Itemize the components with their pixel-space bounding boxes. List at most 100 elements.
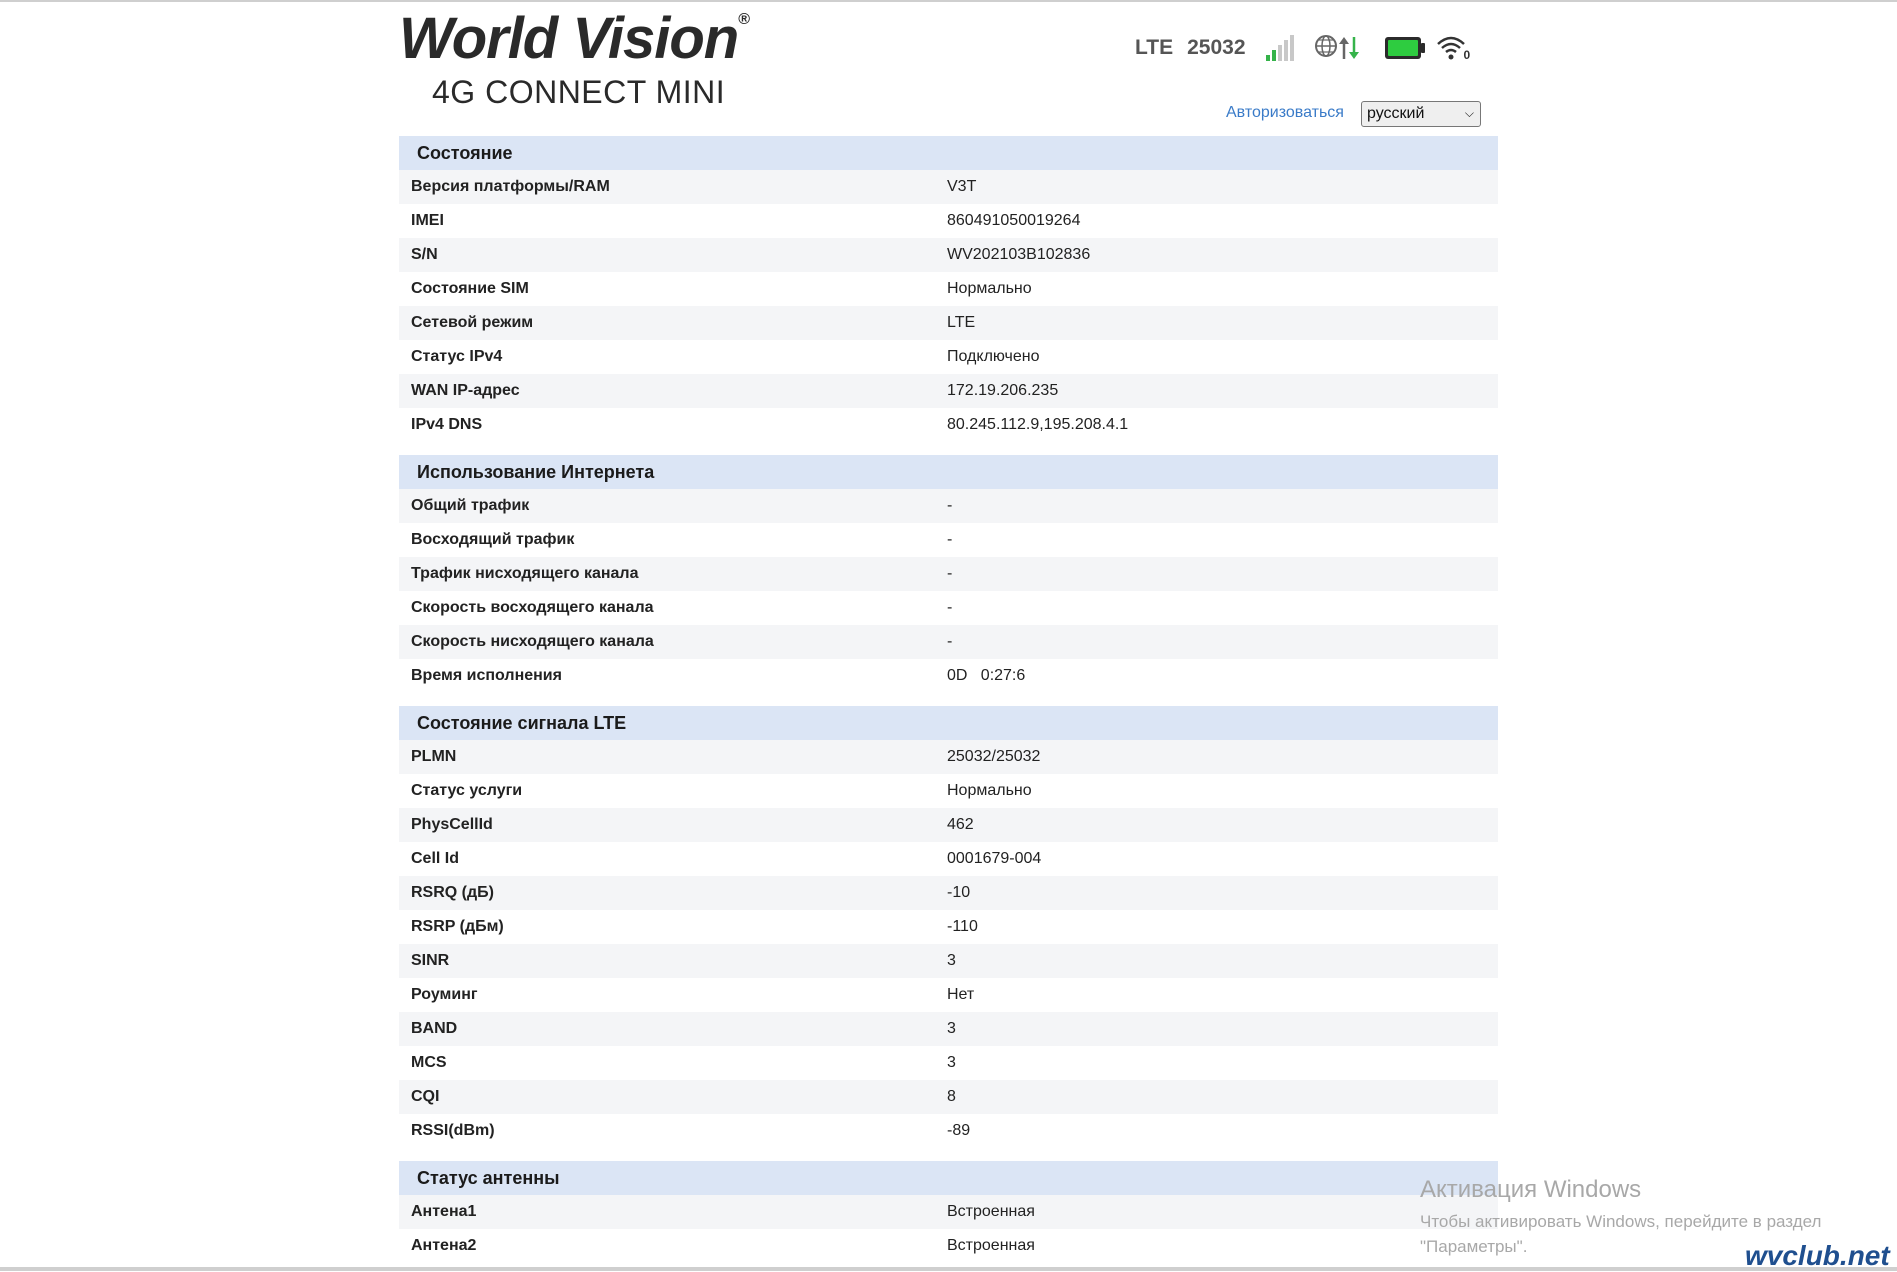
row-label: RSRQ (дБ) xyxy=(411,884,494,901)
row-label: Трафик нисходящего канала xyxy=(411,565,639,582)
row-label: Время исполнения xyxy=(411,667,562,684)
table-row: BAND 3 xyxy=(399,1012,1498,1046)
row-value: Нормально xyxy=(947,782,1032,799)
row-value: - xyxy=(947,565,953,582)
bottom-border xyxy=(0,1267,1897,1271)
row-label: Cell Id xyxy=(411,850,460,867)
windows-activation-title: Активация Windows xyxy=(1420,1176,1642,1203)
table-row: CQI 8 xyxy=(399,1080,1498,1114)
row-value: WV202103B102836 xyxy=(947,246,1091,263)
table-row: PhysCellId 462 xyxy=(399,808,1498,842)
row-label: Восходящий трафик xyxy=(411,531,575,548)
row-value: 860491050019264 xyxy=(947,212,1081,229)
table-row: Антена1 Встроенная xyxy=(399,1195,1498,1229)
section-header-internet: Использование Интернета xyxy=(399,455,1498,489)
row-label: Статус услуги xyxy=(411,782,523,799)
top-border xyxy=(0,0,1897,2)
battery-icon xyxy=(1384,34,1426,62)
row-label: S/N xyxy=(411,246,438,263)
table-row: Статус IPv4 Подключено xyxy=(399,340,1498,374)
row-value: - xyxy=(947,497,953,514)
table-row: Время исполнения 0D 0:27:6 xyxy=(399,659,1498,693)
row-value: - xyxy=(947,531,953,548)
row-label: Антена1 xyxy=(411,1203,477,1220)
row-value: LTE xyxy=(947,314,976,331)
language-select[interactable]: русский ⌵ xyxy=(1361,101,1481,127)
row-value: 80.245.112.9,195.208.4.1 xyxy=(947,416,1129,433)
table-row: WAN IP-адрес 172.19.206.235 xyxy=(399,374,1498,408)
row-value: 25032/25032 xyxy=(947,748,1041,765)
row-label: RSRP (дБм) xyxy=(411,918,504,935)
row-value: Встроенная xyxy=(947,1237,1035,1254)
section-header-lte: Состояние сигнала LTE xyxy=(399,706,1498,740)
table-row: Статус услуги Нормально xyxy=(399,774,1498,808)
table-row: PLMN 25032/25032 xyxy=(399,740,1498,774)
table-row: RSRQ (дБ) -10 xyxy=(399,876,1498,910)
row-value: - xyxy=(947,633,953,650)
brand-model: 4G CONNECT MINI xyxy=(432,74,726,110)
table-row: SINR 3 xyxy=(399,944,1498,978)
table-row: S/N WV202103B102836 xyxy=(399,238,1498,272)
section-header-antenna: Статус антенны xyxy=(399,1161,1498,1195)
table-row: RSSI(dBm) -89 xyxy=(399,1114,1498,1148)
row-value: -89 xyxy=(947,1122,971,1139)
row-label: MCS xyxy=(411,1054,447,1071)
status-content: Состояние Версия платформы/RAM V3T IMEI 8604… xyxy=(399,136,1498,1263)
table-row: Общий трафик - xyxy=(399,489,1498,523)
row-label: RSSI(dBm) xyxy=(411,1122,495,1139)
row-label: Общий трафик xyxy=(411,497,530,514)
row-value: - xyxy=(947,599,953,616)
row-value: -110 xyxy=(947,918,978,935)
row-label: Роуминг xyxy=(411,986,478,1003)
login-link[interactable]: Авторизоваться xyxy=(1226,104,1344,122)
row-label: WAN IP-адрес xyxy=(411,382,520,399)
language-selected: русский xyxy=(1367,105,1425,122)
row-label: Антена2 xyxy=(411,1237,477,1254)
row-value: Подключено xyxy=(947,348,1040,365)
row-label: Сетевой режим xyxy=(411,314,534,331)
row-label: Скорость восходящего канала xyxy=(411,599,654,616)
section-header-device: Состояние xyxy=(399,136,1498,170)
row-value: 8 xyxy=(947,1088,956,1105)
table-row: Сетевой режим LTE xyxy=(399,306,1498,340)
table-row: Скорость нисходящего канала - xyxy=(399,625,1498,659)
table-row: IPv4 DNS 80.245.112.9,195.208.4.1 xyxy=(399,408,1498,442)
chevron-down-icon: ⌵ xyxy=(1464,106,1474,120)
row-value: 462 xyxy=(947,816,974,833)
row-value: 3 xyxy=(947,1054,956,1071)
internet-connected-icon xyxy=(1314,33,1364,63)
table-row: Состояние SIM Нормально xyxy=(399,272,1498,306)
table-row: MCS 3 xyxy=(399,1046,1498,1080)
status-bar: LTE 25032 0 xyxy=(1135,25,1472,70)
table-row: Роуминг Нет xyxy=(399,978,1498,1012)
brand-name: World Vision xyxy=(399,6,739,71)
row-label: IPv4 DNS xyxy=(411,416,483,433)
row-label: IMEI xyxy=(411,212,444,229)
row-label: BAND xyxy=(411,1020,458,1037)
row-label: CQI xyxy=(411,1088,440,1105)
row-value: -10 xyxy=(947,884,971,901)
row-label: Статус IPv4 xyxy=(411,348,503,365)
wifi-clients-count: 0 xyxy=(1463,47,1471,62)
table-row: Восходящий трафик - xyxy=(399,523,1498,557)
network-type: LTE xyxy=(1135,35,1174,59)
table-row: Cell Id 0001679-004 xyxy=(399,842,1498,876)
table-row: Трафик нисходящего канала - xyxy=(399,557,1498,591)
table-row: Версия платформы/RAM V3T xyxy=(399,170,1498,204)
table-row: IMEI 860491050019264 xyxy=(399,204,1498,238)
row-value: V3T xyxy=(947,178,977,195)
signal-strength-icon xyxy=(1264,33,1294,63)
table-row: Антена2 Встроенная xyxy=(399,1229,1498,1263)
row-value: 3 xyxy=(947,1020,956,1037)
row-label: Состояние SIM xyxy=(411,280,529,297)
row-label: Скорость нисходящего канала xyxy=(411,633,654,650)
brand-logo: World Vision® xyxy=(399,10,750,68)
row-value: Встроенная xyxy=(947,1203,1035,1220)
registered-mark: ® xyxy=(738,11,750,28)
row-value: 0D 0:27:6 xyxy=(947,667,1026,684)
row-label: PLMN xyxy=(411,748,457,765)
operator-code: 25032 xyxy=(1187,35,1246,59)
